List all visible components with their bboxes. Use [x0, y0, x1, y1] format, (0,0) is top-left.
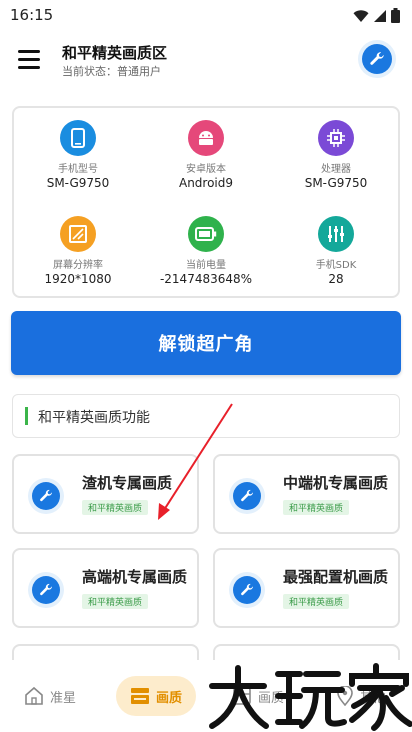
android-icon [188, 120, 224, 156]
menu-button[interactable] [14, 46, 46, 74]
feature-card-low-end[interactable]: 渣机专属画质 和平精英画质 [12, 454, 199, 534]
user-status: 当前状态：普通用户 [62, 65, 161, 78]
feature-badge: 和平精英画质 [283, 500, 350, 515]
watermark-logo [209, 663, 412, 731]
feature-icon [28, 478, 64, 514]
status-icons [353, 8, 400, 23]
device-info-card: 手机型号 SM-G9750 安卓版本 Android9 处理器 SM-G9750… [12, 106, 400, 298]
image-quality-icon [131, 688, 149, 704]
feature-icon [229, 572, 265, 608]
wrench-icon [40, 489, 53, 502]
sliders-icon [318, 216, 354, 252]
feature-icon [229, 478, 265, 514]
info-label: 屏幕分辨率 [53, 260, 103, 271]
section-title: 和平精英画质功能 [38, 410, 150, 426]
nav-label: 画质 [156, 690, 183, 706]
feature-title: 最强配置机画质 [283, 568, 389, 586]
feature-card-high-end[interactable]: 高端机专属画质 和平精英画质 [12, 548, 199, 628]
info-label: 安卓版本 [186, 164, 226, 175]
feature-title: 中端机专属画质 [283, 474, 389, 492]
info-label: 手机SDK [315, 260, 357, 271]
chip-icon [318, 120, 354, 156]
feature-card-top-config[interactable]: 最强配置机画质 和平精英画质 [213, 548, 400, 628]
feature-badge: 和平精英画质 [82, 594, 149, 609]
nav-item-crosshair[interactable]: 准星 [24, 676, 76, 716]
tool-button[interactable] [358, 40, 396, 78]
info-label: 手机型号 [58, 164, 98, 175]
info-value: 1920*1080 [44, 272, 112, 286]
status-bar: 16:15 [0, 0, 412, 32]
info-phone-model: 手机型号 SM-G9750 [18, 120, 138, 190]
battery-icon [188, 216, 224, 252]
info-value: 28 [328, 272, 344, 286]
wrench-icon [40, 583, 53, 596]
info-value: SM-G9750 [46, 176, 110, 190]
nav-item-quality[interactable]: 画质 [116, 676, 197, 716]
unlock-wide-angle-button[interactable]: 解锁超广角 [11, 311, 401, 375]
info-label: 处理器 [321, 164, 351, 175]
section-accent-bar [25, 407, 28, 425]
section-header: 和平精英画质功能 [12, 394, 400, 438]
info-sdk: 手机SDK 28 [276, 216, 396, 286]
info-value: Android9 [178, 176, 234, 190]
page-title: 和平精英画质区 [62, 44, 168, 62]
signal-icon [374, 9, 386, 22]
wrench-icon [370, 52, 384, 65]
feature-badge: 和平精英画质 [283, 594, 350, 609]
feature-title: 高端机专属画质 [82, 568, 188, 586]
wifi-icon [353, 9, 369, 22]
home-icon [25, 686, 43, 705]
battery-status-icon [391, 8, 400, 23]
phone-icon [60, 120, 96, 156]
status-time: 16:15 [10, 6, 54, 24]
wrench-icon [241, 583, 254, 596]
info-processor: 处理器 SM-G9750 [276, 120, 396, 190]
feature-card-mid-range[interactable]: 中端机专属画质 和平精英画质 [213, 454, 400, 534]
info-battery: 当前电量 -2147483648% [146, 216, 266, 286]
nav-label: 准星 [50, 690, 77, 706]
feature-badge: 和平精英画质 [82, 500, 149, 515]
wrench-icon [241, 489, 254, 502]
app-header: 和平精英画质区 当前状态：普通用户 [0, 32, 412, 92]
feature-title: 渣机专属画质 [82, 474, 173, 492]
info-value: SM-G9750 [304, 176, 368, 190]
info-label: 当前电量 [186, 260, 226, 271]
screen-resolution-icon [60, 216, 96, 252]
info-screen-resolution: 屏幕分辨率 1920*1080 [18, 216, 138, 286]
feature-icon [28, 572, 64, 608]
info-value: -2147483648% [159, 272, 253, 286]
info-android-version: 安卓版本 Android9 [146, 120, 266, 190]
